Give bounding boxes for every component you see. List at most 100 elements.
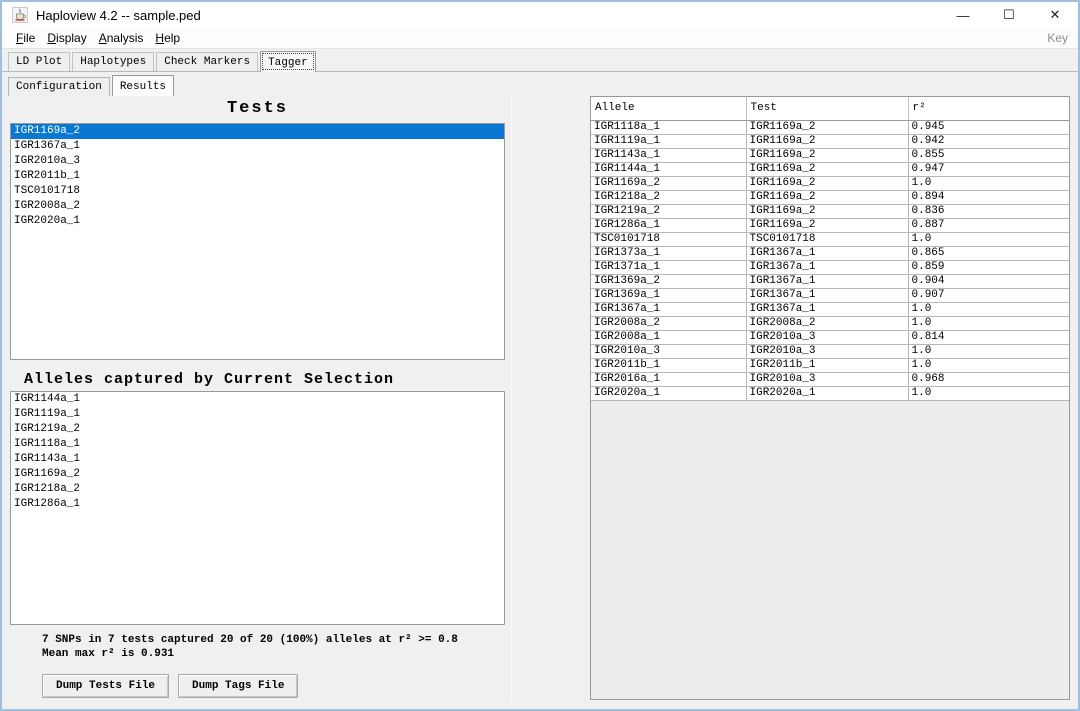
- menu-bar: File Display Analysis Help Key: [2, 28, 1078, 49]
- test-cell: IGR2008a_2: [746, 316, 909, 331]
- allele-item-igr1169a-2[interactable]: IGR1169a_2: [11, 467, 504, 482]
- table-row[interactable]: IGR1369a_1 IGR1367a_1 0.907: [591, 288, 1069, 303]
- r2-cell: 1.0: [908, 176, 1069, 191]
- r2-cell: 1.0: [908, 232, 1069, 247]
- test-item-igr2020a-1[interactable]: IGR2020a_1: [11, 214, 504, 229]
- title-bar: Haploview 4.2 -- sample.ped — ☐ ✕: [2, 2, 1078, 28]
- close-button[interactable]: ✕: [1032, 2, 1078, 28]
- table-row[interactable]: IGR1169a_2 IGR1169a_2 1.0: [591, 176, 1069, 191]
- r2-cell: 0.894: [908, 190, 1069, 205]
- allele-cell: IGR1369a_2: [591, 274, 747, 289]
- allele-item-igr1118a-1[interactable]: IGR1118a_1: [11, 437, 504, 452]
- r2-cell: 1.0: [908, 358, 1069, 373]
- r2-cell: 0.945: [908, 120, 1069, 135]
- allele-cell: IGR2010a_3: [591, 344, 747, 359]
- test-item-igr1367a-1[interactable]: IGR1367a_1: [11, 139, 504, 154]
- table-row[interactable]: IGR2008a_2 IGR2008a_2 1.0: [591, 316, 1069, 331]
- table-row[interactable]: IGR1119a_1 IGR1169a_2 0.942: [591, 134, 1069, 149]
- table-row[interactable]: IGR2010a_3 IGR2010a_3 1.0: [591, 344, 1069, 359]
- table-row[interactable]: IGR2016a_1 IGR2010a_3 0.968: [591, 372, 1069, 387]
- capture-summary-line2: Mean max r² is 0.931: [42, 648, 175, 660]
- app-window: Haploview 4.2 -- sample.ped — ☐ ✕ File Di…: [0, 0, 1080, 711]
- allele-item-igr1219a-2[interactable]: IGR1219a_2: [11, 422, 504, 437]
- r2-cell: 0.942: [908, 134, 1069, 149]
- allele-cell: TSC0101718: [591, 232, 747, 247]
- tab-haplotypes[interactable]: Haplotypes: [72, 52, 155, 71]
- results-table-panel: Allele Test r² IGR1118a_1 IGR1169a_2 0.945 IGR…: [590, 96, 1070, 700]
- test-cell: IGR1169a_2: [746, 204, 909, 219]
- tab-check-markers[interactable]: Check Markers: [156, 52, 259, 71]
- test-cell: IGR1169a_2: [746, 190, 909, 205]
- maximize-button[interactable]: ☐: [986, 2, 1032, 28]
- table-row[interactable]: IGR1286a_1 IGR1169a_2 0.887: [591, 218, 1069, 233]
- table-row[interactable]: IGR1144a_1 IGR1169a_2 0.947: [591, 162, 1069, 177]
- allele-cell: IGR1219a_2: [591, 204, 747, 219]
- r2-cell: 0.855: [908, 148, 1069, 163]
- table-row[interactable]: IGR1369a_2 IGR1367a_1 0.904: [591, 274, 1069, 289]
- table-row[interactable]: IGR2020a_1 IGR2020a_1 1.0: [591, 386, 1069, 401]
- menu-item-display[interactable]: Display: [41, 29, 92, 47]
- table-row[interactable]: TSC0101718 TSC0101718 1.0: [591, 232, 1069, 247]
- table-row[interactable]: IGR1367a_1 IGR1367a_1 1.0: [591, 302, 1069, 317]
- r2-cell: 1.0: [908, 316, 1069, 331]
- table-row[interactable]: IGR1219a_2 IGR1169a_2 0.836: [591, 204, 1069, 219]
- menu-item-analysis[interactable]: Analysis: [93, 29, 150, 47]
- split-pane-divider[interactable]: [511, 96, 512, 702]
- dump-tags-file-button[interactable]: Dump Tags File: [178, 674, 299, 698]
- table-row[interactable]: IGR1371a_1 IGR1367a_1 0.859: [591, 260, 1069, 275]
- column-header-test[interactable]: Test: [746, 97, 909, 121]
- test-item-tsc0101718[interactable]: TSC0101718: [11, 184, 504, 199]
- subtab-results[interactable]: Results: [111, 75, 175, 96]
- java-app-icon: [12, 7, 28, 23]
- r2-cell: 0.968: [908, 372, 1069, 387]
- r2-cell: 1.0: [908, 302, 1069, 317]
- results-table-header-row: Allele Test r²: [591, 97, 1069, 121]
- tab-tagger[interactable]: Tagger: [260, 51, 316, 72]
- table-row[interactable]: IGR2011b_1 IGR2011b_1 1.0: [591, 358, 1069, 373]
- results-content: Tests IGR1169a_2 IGR1367a_1 IGR2010a_3 IGR2…: [2, 96, 1078, 709]
- column-header-r2[interactable]: r²: [908, 97, 1069, 121]
- minimize-button[interactable]: —: [940, 2, 986, 28]
- window-title: Haploview 4.2 -- sample.ped: [36, 7, 201, 23]
- allele-cell: IGR1369a_1: [591, 288, 747, 303]
- allele-cell: IGR1367a_1: [591, 302, 747, 317]
- test-cell: IGR2010a_3: [746, 344, 909, 359]
- allele-item-igr1144a-1[interactable]: IGR1144a_1: [11, 392, 504, 407]
- column-header-allele[interactable]: Allele: [591, 97, 747, 121]
- r2-cell: 0.947: [908, 162, 1069, 177]
- subtab-configuration[interactable]: Configuration: [8, 77, 110, 96]
- test-cell: IGR2010a_3: [746, 330, 909, 345]
- window-controls: — ☐ ✕: [940, 2, 1078, 28]
- test-cell: IGR1169a_2: [746, 134, 909, 149]
- r2-cell: 0.904: [908, 274, 1069, 289]
- test-item-igr1169a-2[interactable]: IGR1169a_2: [11, 124, 504, 139]
- dump-tests-file-button[interactable]: Dump Tests File: [42, 674, 170, 698]
- allele-cell: IGR1144a_1: [591, 162, 747, 177]
- table-row[interactable]: IGR2008a_1 IGR2010a_3 0.814: [591, 330, 1069, 345]
- test-cell: IGR1367a_1: [746, 302, 909, 317]
- allele-item-igr1218a-2[interactable]: IGR1218a_2: [11, 482, 504, 497]
- allele-item-igr1286a-1[interactable]: IGR1286a_1: [11, 497, 504, 512]
- r2-cell: 0.859: [908, 260, 1069, 275]
- allele-cell: IGR1169a_2: [591, 176, 747, 191]
- allele-item-igr1119a-1[interactable]: IGR1119a_1: [11, 407, 504, 422]
- table-row[interactable]: IGR1118a_1 IGR1169a_2 0.945: [591, 120, 1069, 135]
- table-row[interactable]: IGR1218a_2 IGR1169a_2 0.894: [591, 190, 1069, 205]
- test-cell: IGR1169a_2: [746, 120, 909, 135]
- r2-cell: 0.865: [908, 246, 1069, 261]
- menu-item-help[interactable]: Help: [149, 29, 186, 47]
- key-label: Key: [1047, 31, 1068, 45]
- test-item-igr2011b-1[interactable]: IGR2011b_1: [11, 169, 504, 184]
- tab-ld-plot[interactable]: LD Plot: [8, 52, 71, 71]
- menu-item-file[interactable]: File: [10, 29, 41, 47]
- r2-cell: 1.0: [908, 386, 1069, 401]
- table-row[interactable]: IGR1373a_1 IGR1367a_1 0.865: [591, 246, 1069, 261]
- test-cell: IGR1169a_2: [746, 162, 909, 177]
- test-item-igr2010a-3[interactable]: IGR2010a_3: [11, 154, 504, 169]
- r2-cell: 0.836: [908, 204, 1069, 219]
- table-row[interactable]: IGR1143a_1 IGR1169a_2 0.855: [591, 148, 1069, 163]
- capture-summary: 7 SNPs in 7 tests captured 20 of 20 (100…: [42, 633, 505, 661]
- test-item-igr2008a-2[interactable]: IGR2008a_2: [11, 199, 504, 214]
- allele-item-igr1143a-1[interactable]: IGR1143a_1: [11, 452, 504, 467]
- results-table: Allele Test r² IGR1118a_1 IGR1169a_2 0.945 IGR…: [591, 97, 1069, 401]
